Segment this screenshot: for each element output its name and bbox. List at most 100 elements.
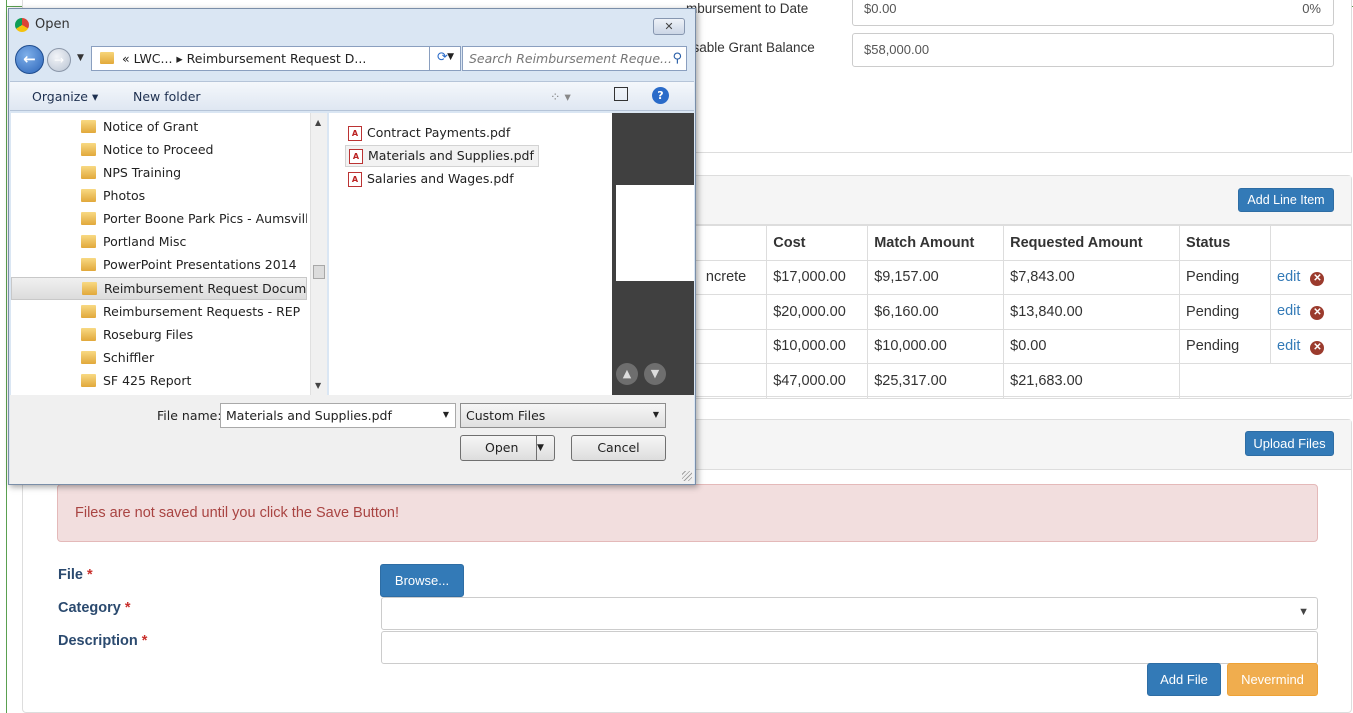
pdf-file-icon: A (348, 126, 362, 141)
folder-name: Photos (103, 188, 146, 203)
row-actions: edit ✕ (1270, 328, 1352, 364)
refresh-icon[interactable]: ⟳ (429, 46, 455, 71)
folder-item[interactable]: PowerPoint Presentations 2014 (11, 254, 307, 277)
folder-item[interactable]: Notice of Grant (11, 116, 307, 139)
scroll-up-icon[interactable]: ▲ (315, 118, 321, 127)
required-marker: * (124, 600, 131, 616)
file-name: Materials and Supplies.pdf (368, 148, 534, 163)
folder-item[interactable]: Photos (11, 185, 307, 208)
new-folder-button[interactable]: New folder (133, 89, 201, 104)
pdf-file-icon: A (349, 149, 363, 164)
category-label-text: Category (58, 600, 121, 616)
folder-item-selected[interactable]: Reimbursement Request Documents (11, 277, 307, 300)
upload-files-button[interactable]: Upload Files (1245, 431, 1334, 456)
view-options-icon[interactable]: ⁘ ▾ (550, 89, 571, 104)
grant-balance-value: $58,000.00 (864, 42, 930, 57)
folder-item[interactable]: Porter Boone Park Pics - Aumsville (11, 208, 307, 231)
reimbursement-to-date-field: $0.00 0% (852, 0, 1334, 26)
folder-item[interactable]: Roseburg Files (11, 324, 307, 347)
required-marker: * (141, 633, 148, 649)
category-select[interactable]: ▼ (381, 597, 1318, 630)
edit-link[interactable]: edit (1277, 269, 1300, 285)
unsaved-files-alert: Files are not saved until you click the … (57, 484, 1318, 542)
folder-item[interactable]: NPS Training (11, 162, 307, 185)
row-actions: edit ✕ (1270, 294, 1352, 330)
preview-page-thumbnail (616, 185, 694, 281)
row-status: Pending (1179, 328, 1271, 364)
folder-name: Schiffler (103, 350, 155, 365)
open-button[interactable]: Open ▼ (460, 435, 555, 461)
next-page-icon[interactable]: ▼ (644, 363, 666, 385)
requested-column-header: Requested Amount (1003, 225, 1181, 261)
file-list: A Contract Payments.pdf A Materials and Su… (329, 113, 612, 395)
close-icon[interactable]: ✕ (653, 18, 685, 35)
folder-icon (81, 189, 96, 202)
cancel-button[interactable]: Cancel (571, 435, 666, 461)
row-match: $6,160.00 (867, 294, 1005, 330)
row-status: Pending (1179, 294, 1271, 330)
folder-name: Portland Misc (103, 234, 187, 249)
preview-pane: ▲ ▼ (612, 113, 694, 395)
address-bar[interactable]: « LWC... ▸ Reimbursement Request D... ▼ (91, 46, 461, 71)
remove-icon[interactable]: ✕ (1310, 306, 1325, 321)
total-requested: $21,683.00 (1003, 363, 1181, 399)
folder-item[interactable]: Reimbursement Requests - REP (11, 301, 307, 324)
folder-tree: Notice of Grant Notice to Proceed NPS Tr… (11, 113, 327, 395)
folder-item[interactable]: Portland Misc (11, 231, 307, 254)
reimbursement-percent: 0% (1302, 1, 1321, 16)
browse-button[interactable]: Browse... (380, 564, 464, 597)
resize-grip[interactable] (682, 471, 692, 481)
folder-item[interactable]: Notice to Proceed (11, 139, 307, 162)
folder-name: SF 425 Report (103, 373, 192, 388)
folder-name: Reimbursement Requests - REP (103, 304, 301, 319)
folder-item[interactable]: SF 425 Report (11, 370, 307, 393)
address-path: « LWC... ▸ Reimbursement Request D... (122, 51, 367, 66)
file-type-select[interactable]: Custom Files ▼ (460, 403, 666, 428)
file-name: Contract Payments.pdf (367, 125, 511, 140)
nevermind-button[interactable]: Nevermind (1227, 663, 1318, 696)
file-item[interactable]: A Salaries and Wages.pdf (345, 169, 518, 191)
open-button-label: Open (485, 440, 519, 455)
folder-scrollbar[interactable]: ▲ ▼ (310, 113, 327, 395)
help-icon[interactable]: ? (652, 87, 669, 104)
add-file-button[interactable]: Add File (1147, 663, 1221, 696)
scroll-down-icon[interactable]: ▼ (315, 381, 321, 390)
row-actions: edit ✕ (1270, 259, 1352, 295)
description-input[interactable] (381, 631, 1318, 664)
recent-locations-icon[interactable]: ▼ (77, 53, 84, 63)
previous-page-icon[interactable]: ▲ (616, 363, 638, 385)
file-item-selected[interactable]: A Materials and Supplies.pdf (345, 145, 539, 167)
add-line-item-button[interactable]: Add Line Item (1238, 188, 1334, 212)
folder-icon (81, 166, 96, 179)
file-name-label: File name: (157, 408, 222, 423)
row-cost: $10,000.00 (766, 328, 869, 364)
file-type-value: Custom Files (466, 408, 546, 423)
chevron-down-icon[interactable]: ▼ (443, 410, 449, 419)
folder-icon (81, 120, 96, 133)
preview-pane-icon[interactable] (614, 87, 628, 101)
edit-link[interactable]: edit (1277, 303, 1300, 319)
file-name-input[interactable]: Materials and Supplies.pdf ▼ (220, 403, 456, 428)
folder-icon (81, 143, 96, 156)
edit-link[interactable]: edit (1277, 338, 1300, 354)
scrollbar-thumb[interactable] (313, 265, 325, 279)
pdf-file-icon: A (348, 172, 362, 187)
search-placeholder: Search Reimbursement Reque... (469, 51, 672, 66)
actions-column-header (1270, 225, 1352, 261)
folder-item[interactable]: Schiffler (11, 347, 307, 370)
back-arrow-icon[interactable]: ← (15, 45, 44, 74)
remove-icon[interactable]: ✕ (1310, 271, 1325, 286)
search-icon: ⚲ (672, 51, 682, 66)
folder-icon (81, 258, 96, 271)
search-input[interactable]: Search Reimbursement Reque... ⚲ (462, 46, 687, 71)
category-label: Category * (58, 600, 131, 616)
forward-arrow-icon[interactable]: → (47, 48, 71, 72)
remove-icon[interactable]: ✕ (1310, 340, 1325, 355)
file-item[interactable]: A Contract Payments.pdf (345, 123, 514, 145)
organize-menu[interactable]: Organize ▾ (32, 89, 98, 104)
totals-empty-cell (1179, 363, 1352, 399)
chevron-down-icon: ▼ (1298, 606, 1309, 618)
folder-icon (100, 52, 114, 64)
open-split-dropdown-icon[interactable]: ▼ (536, 436, 554, 460)
dialog-title: Open (15, 17, 70, 32)
